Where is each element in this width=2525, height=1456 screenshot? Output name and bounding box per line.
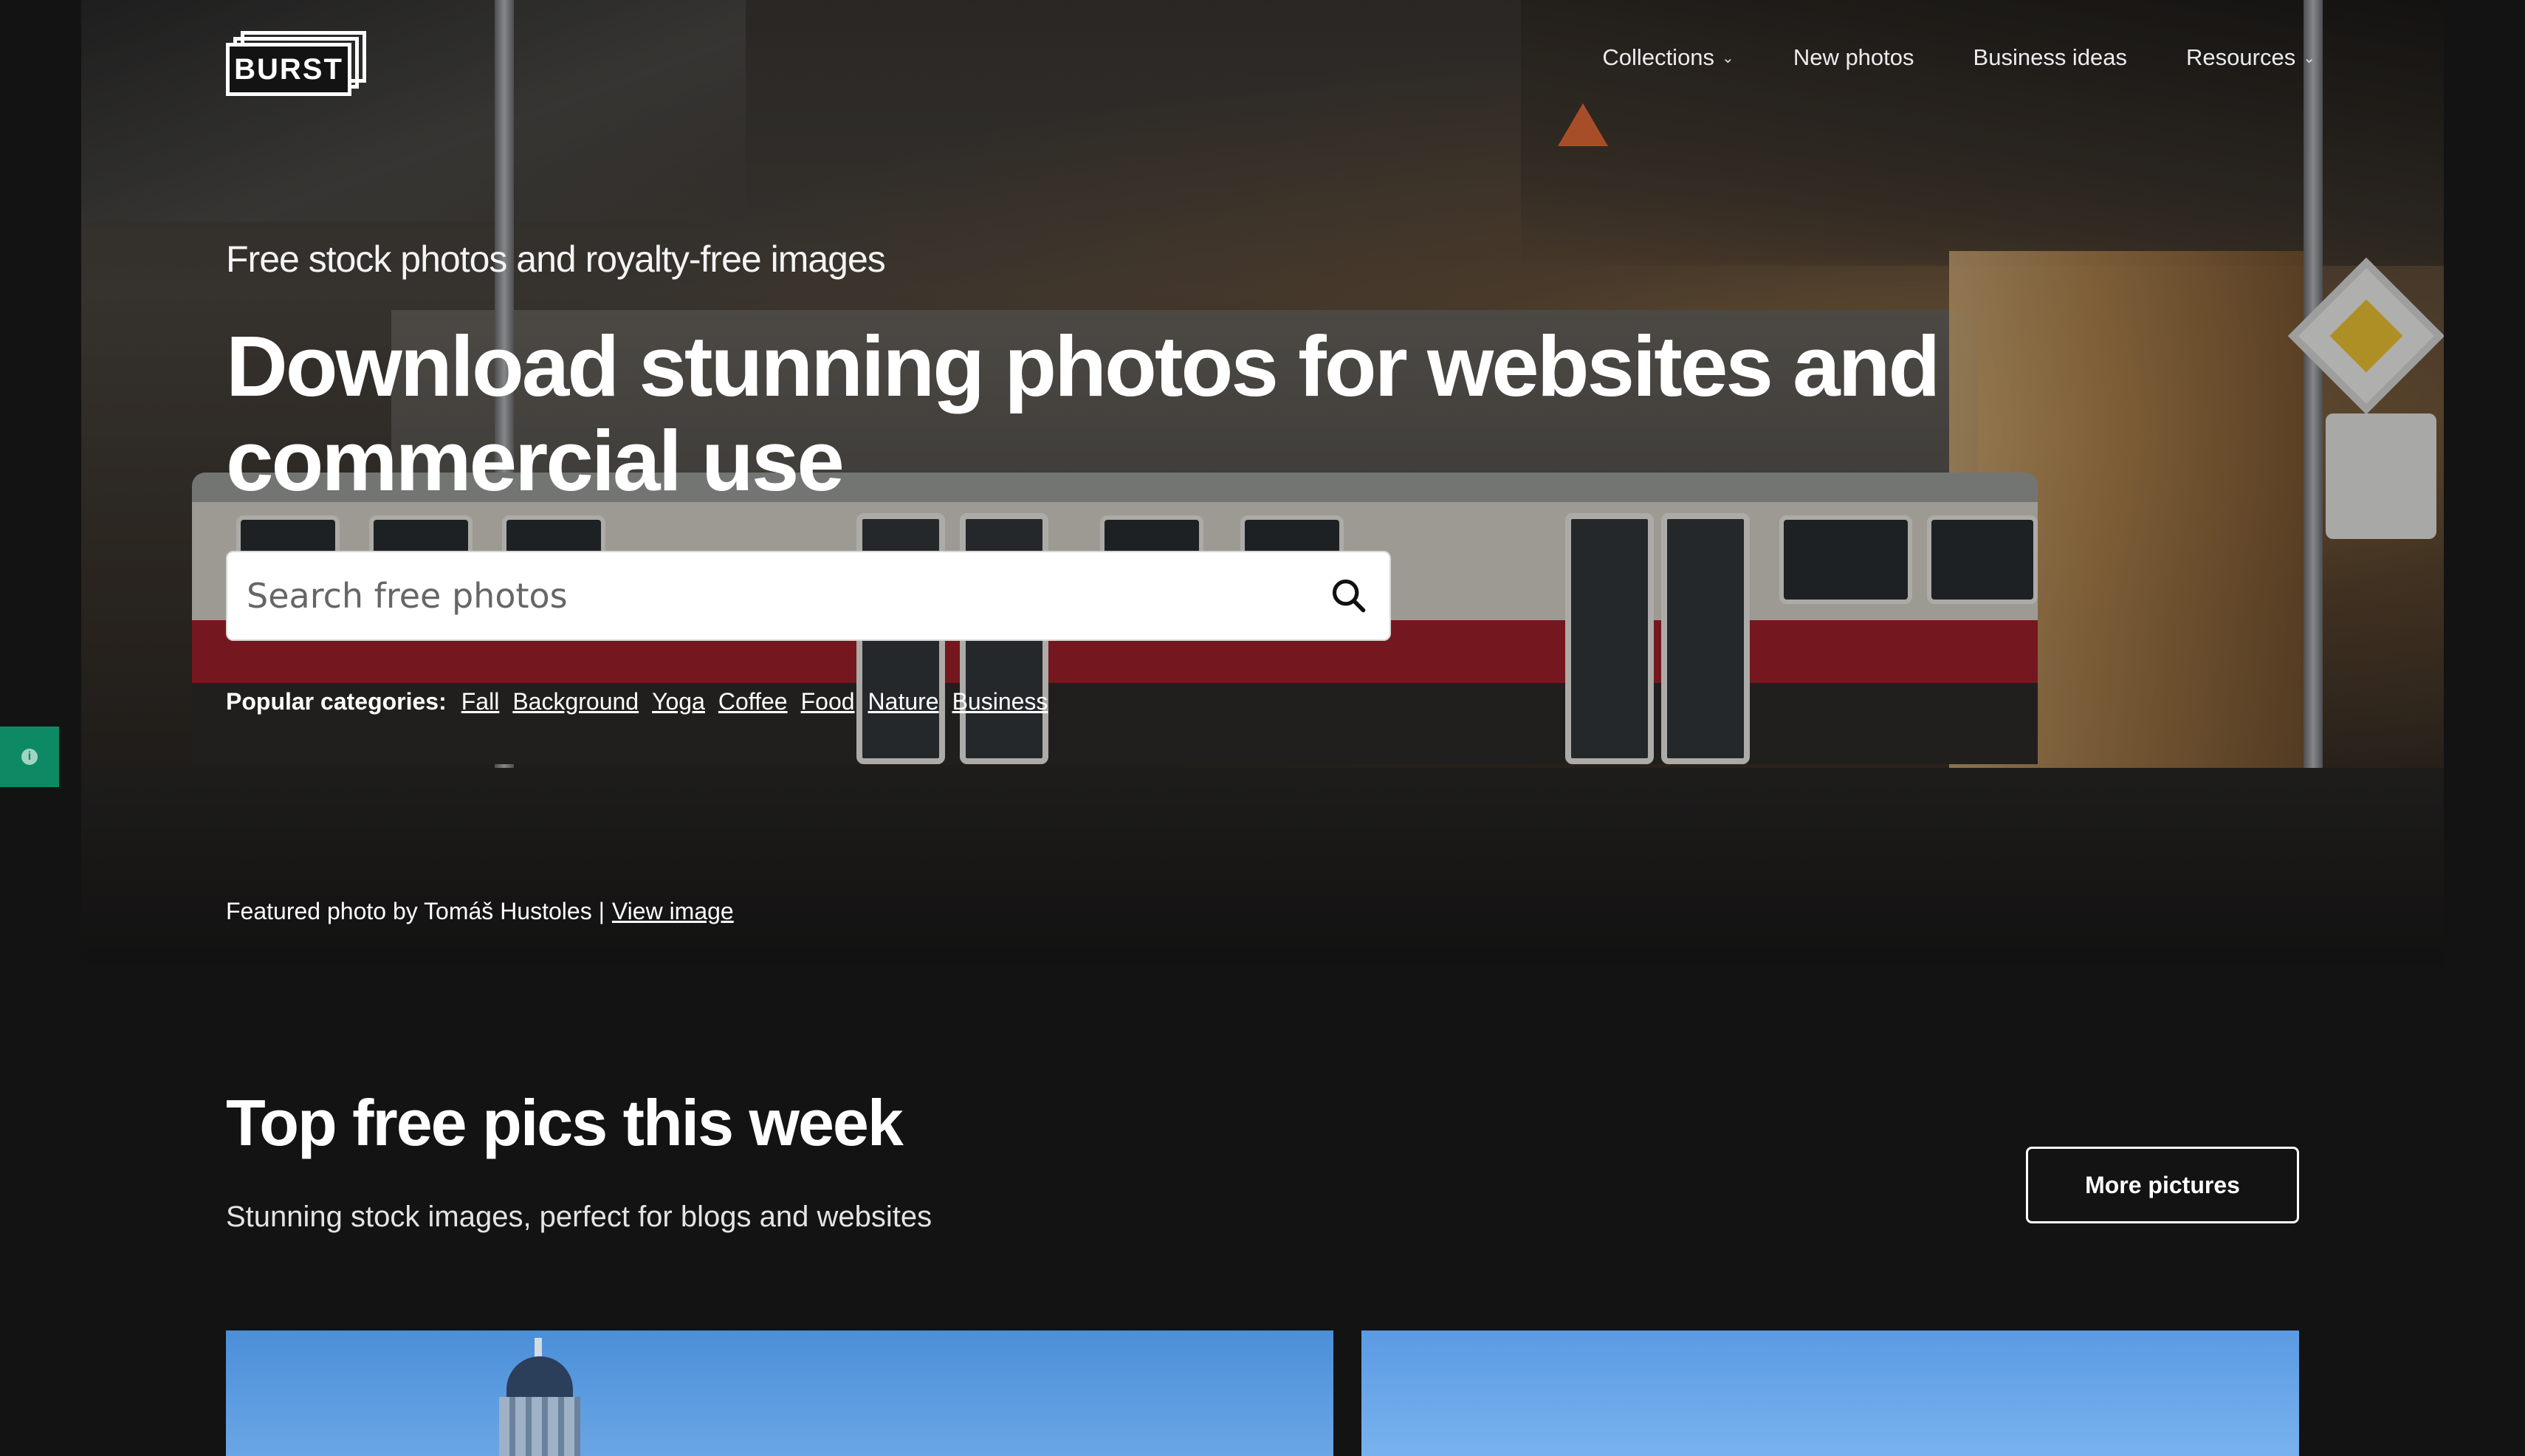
search-icon [1332,579,1366,613]
photo-card[interactable] [1361,1330,2299,1456]
category-link-business[interactable]: Business [952,688,1048,715]
view-image-link[interactable]: View image [612,898,734,925]
popular-categories: Popular categories: Fall Background Yoga… [226,688,1048,715]
category-link-nature[interactable]: Nature [868,688,939,715]
logo-text: BURST [234,52,343,86]
info-icon: i [21,749,38,765]
nav-links: Collections ⌄ New photos Business ideas … [1602,44,2315,71]
nav-new-photos[interactable]: New photos [1793,44,1914,71]
burst-logo[interactable]: BURST [226,31,366,96]
search-input[interactable] [227,552,1308,639]
popular-categories-label: Popular categories: [226,688,447,715]
category-link-background[interactable]: Background [512,688,639,715]
hero-eyebrow: Free stock photos and royalty-free image… [226,238,886,280]
top-navigation: BURST Collections ⌄ New photos Business … [226,30,2315,96]
search-button[interactable] [1308,552,1389,639]
credit-text: Featured photo by Tomáš Hustoles | [226,898,605,924]
category-link-yoga[interactable]: Yoga [652,688,705,715]
more-pictures-button[interactable]: More pictures [2026,1147,2299,1223]
nav-resources[interactable]: Resources ⌄ [2186,44,2315,71]
search-bar [226,551,1391,641]
photo-card[interactable] [226,1330,1333,1456]
category-link-coffee[interactable]: Coffee [718,688,788,715]
chevron-down-icon: ⌄ [2303,49,2315,66]
chevron-down-icon: ⌄ [1722,49,1734,66]
side-info-tab[interactable]: i [0,727,59,787]
hero-title: Download stunning photos for websites an… [226,318,1940,509]
category-link-fall[interactable]: Fall [461,688,500,715]
section-title: Top free pics this week [226,1086,904,1159]
section-subtitle: Stunning stock images, perfect for blogs… [226,1201,932,1233]
featured-photo-credit: Featured photo by Tomáš Hustoles | View … [226,898,734,925]
nav-collections[interactable]: Collections ⌄ [1602,44,1734,71]
category-link-food[interactable]: Food [801,688,855,715]
photo-skyscraper [492,1338,588,1456]
nav-business-ideas[interactable]: Business ideas [1973,44,2128,71]
